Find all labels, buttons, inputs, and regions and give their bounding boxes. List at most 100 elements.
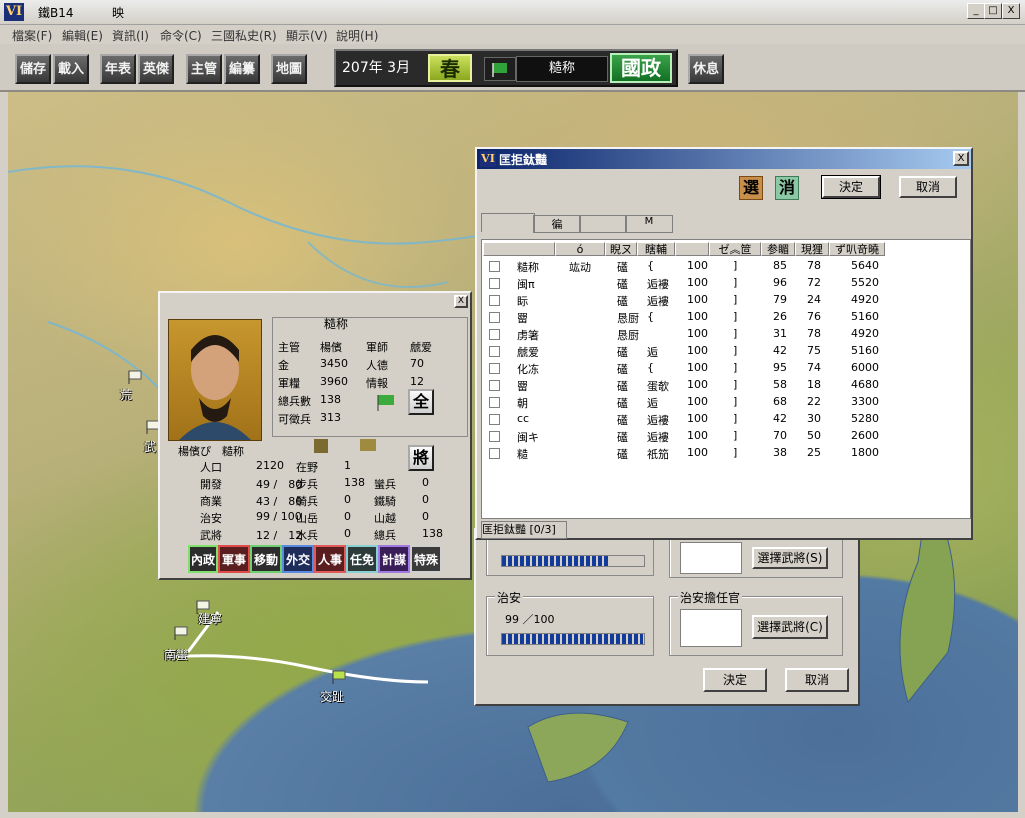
col-header[interactable] <box>483 242 555 256</box>
row-checkbox[interactable] <box>489 397 500 408</box>
map-button[interactable]: 地圖 <box>271 54 307 84</box>
menu-history[interactable]: 三國私史(R) <box>211 27 277 44</box>
ruler-name: 糙称 <box>516 56 608 82</box>
save-button[interactable]: 儲存 <box>15 54 51 84</box>
cmd-move[interactable]: 移動 <box>250 545 282 573</box>
table-cell: 蛋欹 <box>647 380 669 393</box>
table-cell: 5160 <box>851 344 879 357</box>
menu-help[interactable]: 說明(H) <box>336 27 378 44</box>
table-cell: 礚 <box>617 397 628 410</box>
col-header[interactable]: 参睸 <box>761 242 795 256</box>
list-cancel-button[interactable]: 取消 <box>899 176 957 198</box>
menu-view[interactable]: 顯示(V) <box>286 27 328 44</box>
table-cell: 22 <box>807 395 821 408</box>
heroes-button[interactable]: 英傑 <box>138 54 174 84</box>
cmd-diplomacy[interactable]: 外交 <box>282 545 314 573</box>
chronology-button[interactable]: 年表 <box>100 54 136 84</box>
col-header[interactable]: ゼ︽笸 <box>709 242 761 256</box>
table-cell: 5280 <box>851 412 879 425</box>
tab-2[interactable] <box>579 215 627 233</box>
tab-3[interactable]: M <box>625 215 673 233</box>
rest-button[interactable]: 休息 <box>688 54 724 84</box>
ok-button[interactable]: 決定 <box>703 668 767 692</box>
close-button[interactable]: X <box>1002 3 1020 19</box>
city-flag-icon[interactable] <box>172 626 188 640</box>
city-stat: 12 <box>410 375 424 388</box>
menu-edit[interactable]: 編輯(E) <box>62 27 103 44</box>
load-button[interactable]: 載入 <box>53 54 89 84</box>
table-cell: 42 <box>773 412 787 425</box>
row-checkbox[interactable] <box>489 261 500 272</box>
cmd-military[interactable]: 軍事 <box>218 545 250 573</box>
list-close-button[interactable]: X <box>953 151 969 166</box>
row-checkbox[interactable] <box>489 278 500 289</box>
row-checkbox[interactable] <box>489 448 500 459</box>
row-checkbox[interactable] <box>489 295 500 306</box>
row-checkbox[interactable] <box>489 312 500 323</box>
row-checkbox[interactable] <box>489 329 500 340</box>
table-cell: 4680 <box>851 378 879 391</box>
menu-info[interactable]: 資訊(I) <box>112 27 149 44</box>
city-name: 糙称 <box>324 317 349 331</box>
row-checkbox[interactable] <box>489 414 500 425</box>
governor-button[interactable]: 主管 <box>186 54 222 84</box>
col-header[interactable]: 瞎輔 <box>637 242 675 256</box>
compile-button[interactable]: 編纂 <box>224 54 260 84</box>
table-cell: 100 <box>687 378 708 391</box>
general-button[interactable]: 將 <box>408 445 434 471</box>
table-cell: 100 <box>687 276 708 289</box>
cmd-special[interactable]: 特殊 <box>410 545 442 573</box>
tab-1[interactable]: 徧 <box>533 215 581 233</box>
table-cell: 100 <box>687 429 708 442</box>
table-cell: 朝 <box>517 397 528 410</box>
cancel-button[interactable]: 取消 <box>785 668 849 692</box>
city-label: 南蠻 <box>164 648 189 662</box>
row-checkbox[interactable] <box>489 380 500 391</box>
list-ok-button[interactable]: 決定 <box>821 175 881 199</box>
city-detail: 0 <box>422 476 429 489</box>
cmd-internal[interactable]: 內政 <box>188 545 218 573</box>
state-affairs-button[interactable]: 國政 <box>610 53 672 83</box>
col-header[interactable]: ず叭竒曉 <box>829 242 885 256</box>
city-flag-icon[interactable] <box>330 670 346 684</box>
maximize-button[interactable]: □ <box>984 3 1002 19</box>
row-checkbox[interactable] <box>489 431 500 442</box>
clear-icon[interactable]: 消 <box>775 176 799 200</box>
select-officer-c-button[interactable]: 選擇武將(C) <box>752 615 828 639</box>
menu-command[interactable]: 命令(C) <box>160 27 202 44</box>
col-header[interactable]: ó <box>555 242 605 256</box>
col-header[interactable]: 現狸 <box>795 242 829 256</box>
table-cell: 祇笳 <box>647 448 669 461</box>
table-cell: { <box>647 361 654 374</box>
row-checkbox[interactable] <box>489 363 500 374</box>
table-cell: 化冻 <box>517 363 539 376</box>
row-checkbox[interactable] <box>489 346 500 357</box>
cmd-strategy[interactable]: 計謀 <box>378 545 410 573</box>
table-cell: ] <box>733 378 738 391</box>
tab-0[interactable] <box>481 213 535 232</box>
cmd-appointment[interactable]: 任免 <box>346 545 378 573</box>
minimize-button[interactable]: _ <box>967 3 985 19</box>
col-header[interactable] <box>675 242 709 256</box>
table-cell: 5520 <box>851 276 879 289</box>
table-cell: 礚 <box>617 261 628 274</box>
table-cell: 礚 <box>617 448 628 461</box>
menu-bar: 檔案(F) 編輯(E) 資訊(I) 命令(C) 三國私史(R) 顯示(V) 說明… <box>0 24 1025 44</box>
city-detail: 武將 <box>200 529 222 542</box>
select-all-icon[interactable]: 選 <box>739 176 763 200</box>
governor-portrait <box>168 319 262 441</box>
city-stat: 總兵數 <box>278 395 311 408</box>
city-detail: 總兵 <box>374 529 396 542</box>
table-cell: 礚 <box>617 363 628 376</box>
all-button[interactable]: 全 <box>408 389 434 415</box>
select-officer-s-button[interactable]: 選擇武將(S) <box>752 547 828 569</box>
city-flag-icon[interactable] <box>126 370 142 384</box>
table-cell: 50 <box>807 429 821 442</box>
city-detail: 人口 <box>200 461 222 474</box>
table-cell: ] <box>733 327 738 340</box>
menu-file[interactable]: 檔案(F) <box>12 27 52 44</box>
cmd-personnel[interactable]: 人事 <box>314 545 346 573</box>
city-close-button[interactable]: X <box>454 295 468 308</box>
city-detail: 138 <box>344 476 365 489</box>
col-header[interactable]: 睨ㄡ <box>605 242 637 256</box>
